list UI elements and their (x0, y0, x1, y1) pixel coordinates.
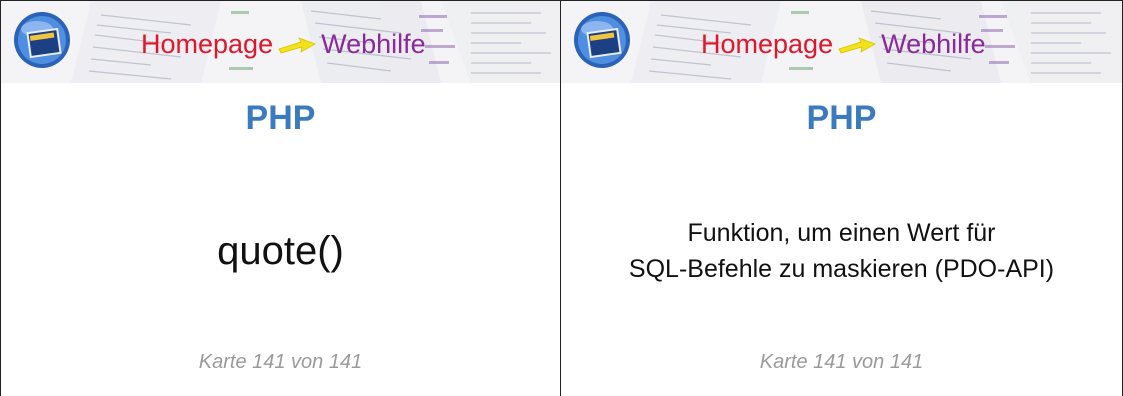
header-banner: Homepage Webhilfe (561, 1, 1122, 83)
site-logo-icon (14, 12, 70, 68)
brand-word-webhilfe: Webhilfe (881, 29, 986, 59)
brand-word-homepage: Homepage (701, 29, 834, 59)
definition-line-1: Funktion, um einen Wert für (687, 219, 996, 247)
card-subject: PHP (245, 99, 316, 137)
arrow-icon (278, 37, 317, 54)
site-brand: Homepage Webhilfe (701, 29, 986, 60)
card-counter: Karte 141 von 141 (759, 351, 924, 373)
site-brand: Homepage Webhilfe (141, 29, 426, 60)
card-term: quote() (217, 228, 344, 273)
card-subject: PHP (806, 99, 877, 137)
card-definition: Funktion, um einen Wert für SQL-Befehle … (561, 161, 1122, 341)
brand-word-homepage: Homepage (141, 29, 274, 59)
site-logo-icon (574, 12, 630, 68)
arrow-icon (838, 37, 877, 54)
definition-line-2: SQL-Befehle zu maskieren (PDO-API) (628, 255, 1055, 283)
header-banner: Homepage Webhilfe (1, 1, 560, 83)
flashcard-front[interactable]: Homepage Webhilfe PHP quote() Karte 141 v… (0, 0, 561, 396)
flashcard-back[interactable]: Homepage Webhilfe PHP Funktion, um einen … (561, 0, 1123, 396)
flashcard-pair: Homepage Webhilfe PHP quote() Karte 141 v… (0, 0, 1123, 396)
brand-word-webhilfe: Webhilfe (321, 29, 426, 59)
card-counter: Karte 141 von 141 (198, 351, 363, 373)
